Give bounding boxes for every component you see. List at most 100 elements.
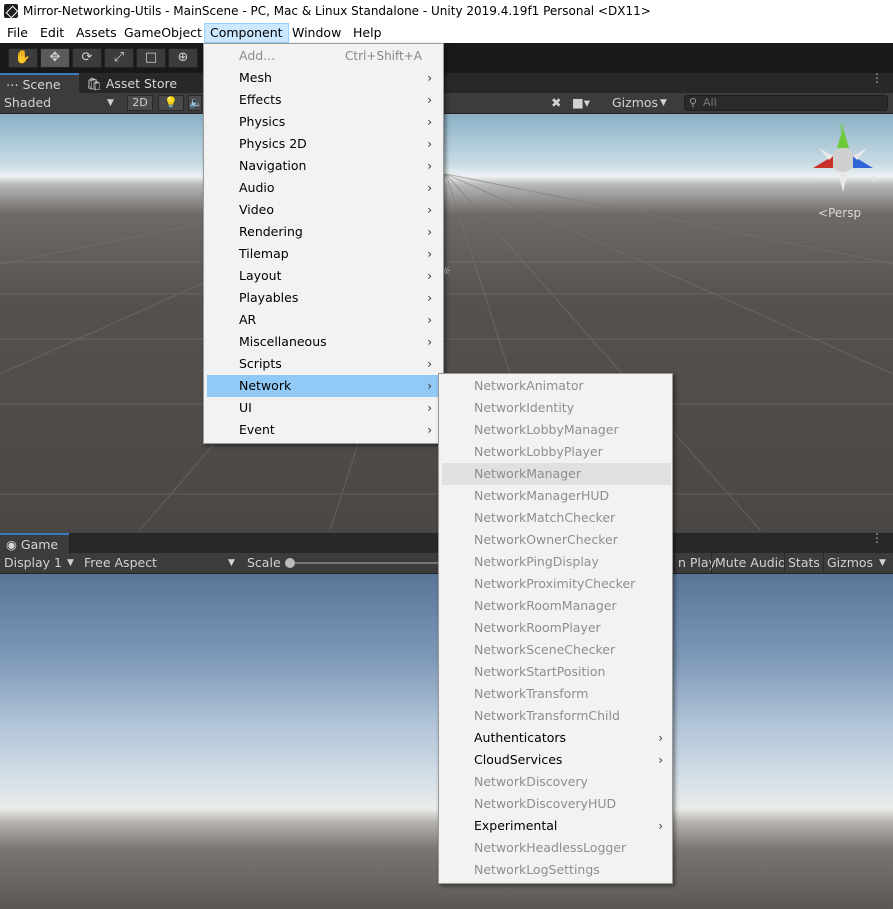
network-item-networkownerchecker[interactable]: NetworkOwnerChecker <box>442 529 671 551</box>
menu-item-label: Physics 2D <box>239 136 307 151</box>
scene-search-input[interactable]: All <box>684 95 888 111</box>
camera-icon[interactable]: ■▾ <box>572 93 590 113</box>
gamepad-icon: ◉ <box>6 537 17 552</box>
network-item-networkmanager[interactable]: NetworkManager <box>442 463 671 485</box>
menu-file[interactable]: File <box>2 23 33 43</box>
menu-gameobject[interactable]: GameObject <box>119 23 207 43</box>
tab-asset-store-label: Asset Store <box>105 76 178 91</box>
network-item-networkanimator[interactable]: NetworkAnimator <box>442 375 671 397</box>
network-item-networkdiscovery[interactable]: NetworkDiscovery <box>442 771 671 793</box>
scale-label: Scale <box>247 555 281 570</box>
mute-audio-button[interactable]: Mute Audio <box>711 553 789 573</box>
shading-mode-dropdown[interactable]: Shaded <box>4 93 51 113</box>
unity-logo-icon <box>4 4 18 18</box>
network-item-networkmatchchecker[interactable]: NetworkMatchChecker <box>442 507 671 529</box>
network-item-networkstartposition[interactable]: NetworkStartPosition <box>442 661 671 683</box>
chevron-right-icon: › <box>427 357 432 371</box>
network-submenu: NetworkAnimator NetworkIdentity NetworkLob… <box>438 373 673 884</box>
hand-tool-icon[interactable]: ✋ <box>8 48 38 68</box>
tab-game[interactable]: ◉ Game <box>0 533 69 554</box>
component-item-mesh[interactable]: Mesh › <box>207 67 440 89</box>
chevron-down-icon: ▼ <box>228 558 235 568</box>
component-item-physics-2d[interactable]: Physics 2D › <box>207 133 440 155</box>
component-item-miscellaneous[interactable]: Miscellaneous › <box>207 331 440 353</box>
move-tool-icon[interactable]: ✥ <box>40 48 70 68</box>
network-item-experimental[interactable]: Experimental › <box>442 815 671 837</box>
scale-slider-track[interactable] <box>295 562 440 564</box>
chevron-right-icon: › <box>427 379 432 393</box>
stats-button[interactable]: Stats <box>784 553 823 573</box>
menu-item-label: Physics <box>239 114 286 129</box>
chevron-down-icon: ▼ <box>660 98 667 108</box>
menu-item-label: Scripts <box>239 356 282 371</box>
2d-toggle-button[interactable]: 2D <box>127 95 153 111</box>
menu-item-label: AR <box>239 312 257 327</box>
panel-options-icon[interactable]: ⋮ <box>871 532 883 544</box>
gizmo-z-label: z <box>872 174 877 185</box>
menu-item-label: NetworkOwnerChecker <box>474 532 618 547</box>
component-item-event[interactable]: Event › <box>207 419 440 441</box>
component-item-physics[interactable]: Physics › <box>207 111 440 133</box>
menu-window[interactable]: Window <box>287 23 346 43</box>
rotate-tool-icon[interactable]: ⟳ <box>72 48 102 68</box>
scale-slider-handle[interactable] <box>285 558 295 568</box>
network-item-networkidentity[interactable]: NetworkIdentity <box>442 397 671 419</box>
network-item-networklobbymanager[interactable]: NetworkLobbyManager <box>442 419 671 441</box>
network-item-networkproximitychecker[interactable]: NetworkProximityChecker <box>442 573 671 595</box>
display-dropdown[interactable]: Display 1 <box>4 553 62 573</box>
component-item-effects[interactable]: Effects › <box>207 89 440 111</box>
aspect-dropdown[interactable]: Free Aspect <box>84 553 157 573</box>
scene-orientation-gizmo[interactable]: y x z <box>805 120 885 200</box>
component-item-network[interactable]: Network › <box>207 375 440 397</box>
lighting-toggle-icon[interactable]: 💡 <box>158 95 184 111</box>
menu-assets[interactable]: Assets <box>71 23 122 43</box>
network-item-networkdiscoveryhud[interactable]: NetworkDiscoveryHUD <box>442 793 671 815</box>
network-item-networkscenechecker[interactable]: NetworkSceneChecker <box>442 639 671 661</box>
menu-item-label: UI <box>239 400 252 415</box>
rect-tool-icon[interactable]: □ <box>136 48 166 68</box>
network-item-networkroommanager[interactable]: NetworkRoomManager <box>442 595 671 617</box>
scale-tool-icon[interactable]: ⤢ <box>104 48 134 68</box>
audio-toggle-icon[interactable]: 🔈 <box>188 95 203 111</box>
menu-edit[interactable]: Edit <box>35 23 69 43</box>
chevron-down-icon: ▼ <box>879 558 886 568</box>
chevron-right-icon: › <box>427 401 432 415</box>
menu-item-label: NetworkRoomPlayer <box>474 620 601 635</box>
gizmos-dropdown[interactable]: Gizmos <box>612 93 658 113</box>
chevron-left-icon: < <box>818 206 829 220</box>
tab-scene[interactable]: ⋯ Scene <box>0 73 79 94</box>
network-item-networkpingdisplay[interactable]: NetworkPingDisplay <box>442 551 671 573</box>
component-item-add[interactable]: Add... Ctrl+Shift+A <box>207 45 440 67</box>
network-item-cloudservices[interactable]: CloudServices › <box>442 749 671 771</box>
component-item-audio[interactable]: Audio › <box>207 177 440 199</box>
component-item-playables[interactable]: Playables › <box>207 287 440 309</box>
component-item-tilemap[interactable]: Tilemap › <box>207 243 440 265</box>
component-item-video[interactable]: Video › <box>207 199 440 221</box>
game-gizmos-button[interactable]: Gizmos <box>823 553 876 573</box>
network-item-networklobbyplayer[interactable]: NetworkLobbyPlayer <box>442 441 671 463</box>
tab-asset-store[interactable]: 🛍 Asset Store <box>80 74 185 93</box>
component-item-ar[interactable]: AR › <box>207 309 440 331</box>
component-item-scripts[interactable]: Scripts › <box>207 353 440 375</box>
grid-icon: ⋯ <box>6 77 19 92</box>
component-item-rendering[interactable]: Rendering › <box>207 221 440 243</box>
persp-toggle[interactable]: <Persp <box>818 206 861 220</box>
chevron-right-icon: › <box>427 181 432 195</box>
component-item-layout[interactable]: Layout › <box>207 265 440 287</box>
menu-help[interactable]: Help <box>348 23 387 43</box>
tools-icon[interactable]: ✖ <box>551 93 561 113</box>
transform-tool-icon[interactable]: ⊕ <box>168 48 198 68</box>
network-item-networkheadlesslogger[interactable]: NetworkHeadlessLogger <box>442 837 671 859</box>
menu-component[interactable]: Component <box>204 23 289 43</box>
network-item-networkmanagerhud[interactable]: NetworkManagerHUD <box>442 485 671 507</box>
component-item-ui[interactable]: UI › <box>207 397 440 419</box>
network-item-networktransform[interactable]: NetworkTransform <box>442 683 671 705</box>
network-item-networklogsettings[interactable]: NetworkLogSettings <box>442 859 671 881</box>
window-title: Mirror-Networking-Utils - MainScene - PC… <box>23 4 651 18</box>
panel-options-icon[interactable]: ⋮ <box>871 72 883 84</box>
network-item-networkroomplayer[interactable]: NetworkRoomPlayer <box>442 617 671 639</box>
network-item-networktransformchild[interactable]: NetworkTransformChild <box>442 705 671 727</box>
network-item-authenticators[interactable]: Authenticators › <box>442 727 671 749</box>
component-item-navigation[interactable]: Navigation › <box>207 155 440 177</box>
menu-item-label: NetworkTransformChild <box>474 708 620 723</box>
